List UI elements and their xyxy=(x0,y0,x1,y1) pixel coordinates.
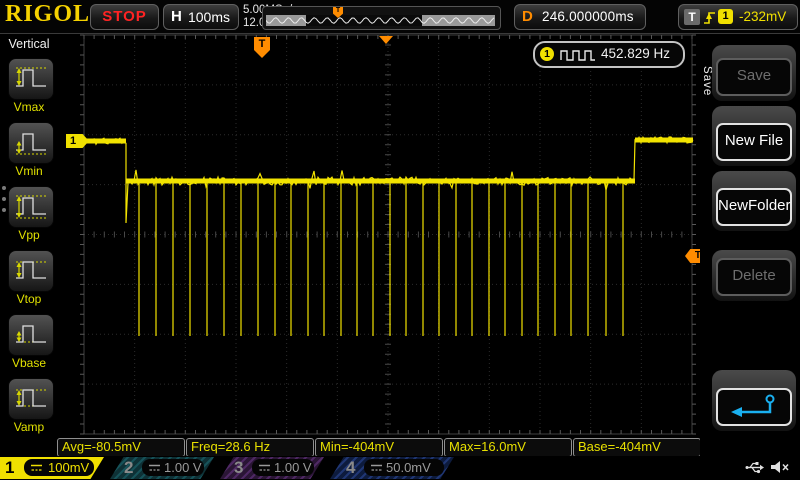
channel-status-bar: 1 100mV 2 1.00 V 3 xyxy=(0,456,800,480)
sidebar-item-vpp[interactable] xyxy=(8,186,54,228)
overview-strip xyxy=(266,15,495,26)
speaker-muted-icon xyxy=(769,458,790,476)
waveform-plot xyxy=(0,0,800,480)
channel-number: 2 xyxy=(124,458,133,478)
vertical-measure-menu: Vertical Vmax Vmin xyxy=(0,34,58,456)
sidebar-item-vmin[interactable] xyxy=(8,122,54,164)
oscilloscope-screen: RIGOL STOP H 100ms 5.00MSa/s 12.0M pts T… xyxy=(0,0,800,480)
dc-coupling-icon xyxy=(148,463,161,473)
return-button[interactable] xyxy=(716,388,792,426)
trigger-level-value: -232mV xyxy=(739,9,786,24)
horizontal-label: H xyxy=(171,8,182,25)
sidebar-item-vbase[interactable] xyxy=(8,314,54,356)
menu-key-save[interactable]: Save xyxy=(712,45,796,101)
waveform-overview-bar: T xyxy=(262,6,501,30)
channel-scale: 100mV xyxy=(48,460,89,475)
channel4-badge[interactable]: 4 50.0mV xyxy=(330,457,454,479)
rigol-logo: RIGOL xyxy=(5,1,90,28)
trigger-source-chip: 1 xyxy=(718,9,733,24)
vpp-icon xyxy=(13,191,49,221)
channel1-badge[interactable]: 1 100mV xyxy=(0,457,104,479)
sidebar-item-label: Vmax xyxy=(0,100,58,114)
channel-scale-box: 50.0mV xyxy=(364,459,444,476)
vtop-icon xyxy=(13,255,49,285)
trigger-label: T xyxy=(684,9,700,25)
overview-wave-icon xyxy=(266,15,495,26)
graticule xyxy=(80,35,696,434)
trigger-time-flag[interactable]: T xyxy=(254,37,270,58)
delete-button[interactable]: Delete xyxy=(716,258,792,296)
measurement-avg: Avg=-80.5mV xyxy=(57,438,185,457)
sidebar-item-label: Vbase xyxy=(0,356,58,370)
sidebar-title: Vertical xyxy=(0,37,58,51)
frequency-counter-badge: 1 452.829 Hz xyxy=(533,41,685,68)
channel-number: 3 xyxy=(234,458,243,478)
menu-key-new-file[interactable]: New File xyxy=(712,106,796,166)
new-folder-button[interactable]: NewFolder xyxy=(716,188,792,226)
vbase-icon xyxy=(13,319,49,349)
channel-scale: 50.0mV xyxy=(386,460,431,475)
sidebar-item-label: Vpp xyxy=(0,228,58,242)
channel-number: 1 xyxy=(5,458,14,478)
trigger-position-marker[interactable] xyxy=(379,36,393,44)
menu-tab-label: Save xyxy=(697,56,713,106)
measurement-base: Base=-404mV xyxy=(573,438,701,457)
menu-key-new-folder[interactable]: NewFolder xyxy=(712,171,796,231)
delay-value: 246.000000ms xyxy=(542,9,634,24)
status-bar-top: RIGOL STOP H 100ms 5.00MSa/s 12.0M pts T… xyxy=(0,0,800,34)
channel2-badge[interactable]: 2 1.00 V xyxy=(110,457,214,479)
channel-scale-box: 1.00 V xyxy=(142,459,204,476)
usb-icon xyxy=(745,459,765,476)
delay-label: D xyxy=(522,8,533,25)
measurement-freq: Freq=28.6 Hz xyxy=(186,438,314,457)
page-dot xyxy=(2,197,6,201)
dc-coupling-icon xyxy=(258,463,271,473)
menu-key-return[interactable] xyxy=(712,370,796,431)
measurement-min: Min=-404mV xyxy=(315,438,443,457)
channel-scale: 1.00 V xyxy=(274,460,312,475)
channel1-trace xyxy=(84,137,693,336)
page-dot xyxy=(2,186,6,190)
channel-number: 4 xyxy=(346,458,355,478)
delay-box: D 246.000000ms xyxy=(514,4,646,30)
horizontal-timebase-box: H 100ms xyxy=(163,4,239,30)
sidebar-item-label: Vtop xyxy=(0,292,58,306)
frequency-value: 452.829 Hz xyxy=(601,46,670,61)
channel-scale-box: 100mV xyxy=(24,459,94,476)
sidebar-item-vtop[interactable] xyxy=(8,250,54,292)
return-arrow-icon xyxy=(724,392,784,422)
save-button[interactable]: Save xyxy=(716,58,792,96)
channel1-ground-marker[interactable]: 1 xyxy=(66,134,89,148)
dc-coupling-icon xyxy=(370,463,383,473)
channel-scale: 1.00 V xyxy=(164,460,202,475)
channel-scale-box: 1.00 V xyxy=(252,459,314,476)
sidebar-item-vmax[interactable] xyxy=(8,58,54,100)
sidebar-item-label: Vmin xyxy=(0,164,58,178)
vamp-icon xyxy=(13,383,49,413)
save-menu-panel: Save Save New File NewFolder Delete xyxy=(700,34,800,480)
measurement-max: Max=16.0mV xyxy=(444,438,572,457)
vmax-icon xyxy=(13,63,49,93)
timebase-value: 100ms xyxy=(188,9,230,25)
counter-source-chip: 1 xyxy=(540,47,554,61)
rising-edge-icon xyxy=(702,9,717,26)
square-wave-icon xyxy=(559,47,597,62)
trigger-box: T 1 -232mV xyxy=(678,4,798,30)
dc-coupling-icon xyxy=(30,463,43,473)
new-file-button[interactable]: New File xyxy=(716,123,792,161)
run-stop-indicator[interactable]: STOP xyxy=(90,4,159,30)
page-dot xyxy=(2,208,6,212)
sidebar-item-vamp[interactable] xyxy=(8,378,54,420)
channel3-badge[interactable]: 3 1.00 V xyxy=(220,457,324,479)
menu-key-delete[interactable]: Delete xyxy=(712,250,796,301)
vmin-icon xyxy=(13,127,49,157)
sidebar-item-label: Vamp xyxy=(0,420,58,434)
